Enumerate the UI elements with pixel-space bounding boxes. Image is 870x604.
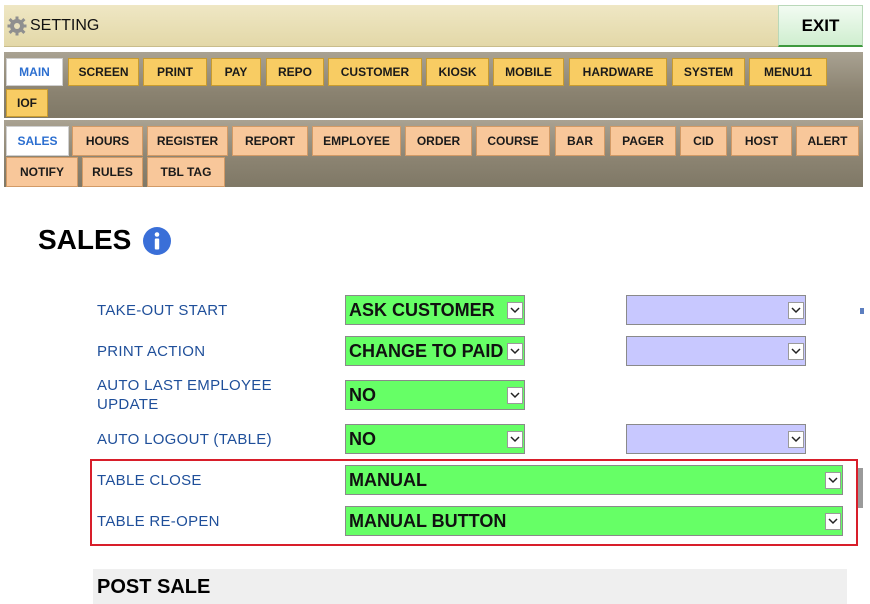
tab-iof[interactable]: IOF xyxy=(6,89,48,117)
post-sale-section: POST SALE xyxy=(93,569,847,604)
tab-repo[interactable]: REPO xyxy=(266,58,324,86)
page-title: SALES xyxy=(38,224,132,255)
tab-screen[interactable]: SCREEN xyxy=(68,58,139,86)
edge-marker xyxy=(860,308,864,314)
setting-label-line2: UPDATE xyxy=(97,396,159,413)
table-reopen-value: MANUAL BUTTON xyxy=(349,511,507,531)
table-close-select[interactable]: MANUAL xyxy=(345,465,843,495)
chevron-down-icon xyxy=(507,431,523,448)
take-out-start-value: ASK CUSTOMER xyxy=(349,300,495,320)
subtab-tbl-tag[interactable]: TBL TAG xyxy=(147,157,225,187)
tab-menu11[interactable]: MENU11 xyxy=(749,58,827,86)
exit-button[interactable]: EXIT xyxy=(778,5,863,47)
subtab-sales[interactable]: SALES xyxy=(6,126,69,156)
chevron-down-icon xyxy=(507,343,523,360)
chevron-down-icon xyxy=(507,302,523,319)
chevron-down-icon xyxy=(507,387,523,404)
subtab-employee[interactable]: EMPLOYEE xyxy=(312,126,401,156)
settings-window: SETTING EXIT MAIN SCREEN PRINT PAY REPO … xyxy=(0,0,870,604)
subtab-course[interactable]: COURSE xyxy=(476,126,550,156)
subtab-notify[interactable]: NOTIFY xyxy=(6,157,78,187)
setting-label-print-action: PRINT ACTION xyxy=(97,343,206,360)
chevron-down-icon xyxy=(788,431,804,448)
info-icon[interactable] xyxy=(142,226,172,256)
subtab-cid[interactable]: CID xyxy=(680,126,727,156)
tab-customer[interactable]: CUSTOMER xyxy=(328,58,422,86)
subtab-pager[interactable]: PAGER xyxy=(610,126,676,156)
subtab-hours[interactable]: HOURS xyxy=(72,126,143,156)
auto-last-employee-update-value: NO xyxy=(349,385,376,405)
table-close-value: MANUAL xyxy=(349,470,427,490)
table-reopen-select[interactable]: MANUAL BUTTON xyxy=(345,506,843,536)
subtab-rules[interactable]: RULES xyxy=(82,157,143,187)
auto-last-employee-update-select[interactable]: NO xyxy=(345,380,525,410)
chevron-down-icon xyxy=(825,472,841,489)
title-bar: SETTING xyxy=(4,5,863,47)
tab-system[interactable]: SYSTEM xyxy=(672,58,745,86)
subtab-alert[interactable]: ALERT xyxy=(796,126,859,156)
auto-logout-table-secondary-select[interactable] xyxy=(626,424,806,454)
post-sale-heading: POST SALE xyxy=(97,576,211,598)
tab-main[interactable]: MAIN xyxy=(6,58,63,86)
tab-hardware[interactable]: HARDWARE xyxy=(569,58,667,86)
gear-icon xyxy=(7,16,27,36)
subtab-order[interactable]: ORDER xyxy=(405,126,472,156)
chevron-down-icon xyxy=(788,343,804,360)
setting-label-auto-logout-table: AUTO LOGOUT (TABLE) xyxy=(97,431,272,448)
auto-logout-table-select[interactable]: NO xyxy=(345,424,525,454)
scrollbar-thumb[interactable] xyxy=(858,468,863,508)
tab-pay[interactable]: PAY xyxy=(211,58,261,86)
subtab-register[interactable]: REGISTER xyxy=(147,126,228,156)
setting-label-take-out-start: TAKE-OUT START xyxy=(97,302,228,319)
chevron-down-icon xyxy=(788,302,804,319)
subtab-host[interactable]: HOST xyxy=(731,126,792,156)
setting-label-auto-last-employee: AUTO LAST EMPLOYEE UPDATE xyxy=(97,376,272,414)
tab-print[interactable]: PRINT xyxy=(143,58,207,86)
take-out-start-secondary-select[interactable] xyxy=(626,295,806,325)
auto-logout-table-value: NO xyxy=(349,429,376,449)
subtab-report[interactable]: REPORT xyxy=(232,126,308,156)
tab-mobile[interactable]: MOBILE xyxy=(493,58,564,86)
print-action-secondary-select[interactable] xyxy=(626,336,806,366)
tab-kiosk[interactable]: KIOSK xyxy=(426,58,489,86)
setting-label-table-close: TABLE CLOSE xyxy=(97,472,202,489)
subtab-bar[interactable]: BAR xyxy=(555,126,605,156)
setting-label-table-reopen: TABLE RE-OPEN xyxy=(97,513,220,530)
chevron-down-icon xyxy=(825,513,841,530)
setting-label-line1: AUTO LAST EMPLOYEE xyxy=(97,377,272,394)
print-action-select[interactable]: CHANGE TO PAID xyxy=(345,336,525,366)
window-title: SETTING xyxy=(30,17,100,34)
print-action-value: CHANGE TO PAID xyxy=(349,341,504,361)
take-out-start-select[interactable]: ASK CUSTOMER xyxy=(345,295,525,325)
